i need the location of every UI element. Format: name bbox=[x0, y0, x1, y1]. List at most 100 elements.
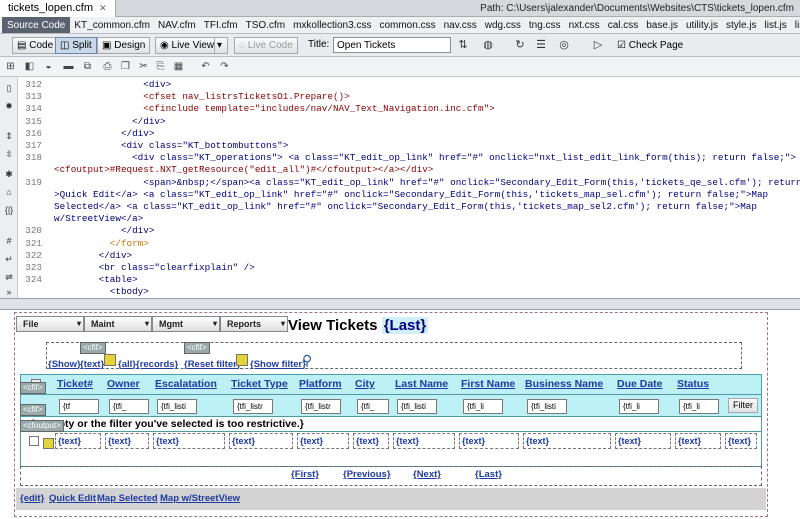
copy-icon[interactable]: ❐ bbox=[118, 60, 133, 74]
column-header[interactable]: First Name bbox=[461, 375, 515, 394]
code-line[interactable]: 318 <div class="KT_operations"> <a class… bbox=[18, 152, 800, 164]
related-file-tab[interactable]: TSO.cfm bbox=[242, 17, 289, 33]
map-selected-link[interactable]: Map Selected bbox=[97, 493, 158, 504]
view-options-icon[interactable]: ☰ bbox=[533, 38, 549, 53]
first-page-link[interactable]: {First} bbox=[291, 469, 319, 480]
show-link[interactable]: {Show} bbox=[48, 359, 81, 370]
filter-input[interactable]: {tfi_listi bbox=[527, 399, 567, 414]
file-management-icon[interactable]: ⇅ bbox=[455, 38, 471, 53]
code-line[interactable]: 316 </div> bbox=[18, 128, 800, 140]
code-line[interactable]: 317 <div class="KT_bottombuttons"> bbox=[18, 140, 800, 152]
menu-file[interactable]: File ▾ bbox=[16, 316, 84, 332]
column-header[interactable]: Owner bbox=[107, 375, 140, 394]
split-view-button[interactable]: ◫ Split bbox=[55, 37, 97, 54]
syntax-error-icon[interactable]: ⇌ bbox=[2, 270, 16, 284]
validate-markup-icon[interactable]: ▷ bbox=[590, 38, 606, 53]
related-file-tab[interactable]: mxkollection3.css bbox=[289, 17, 375, 33]
print-icon[interactable]: ⎙ bbox=[100, 60, 115, 74]
live-view-dropdown[interactable]: ▾ bbox=[214, 37, 228, 54]
save-all-icon[interactable]: ⧉ bbox=[80, 60, 95, 74]
filter-input[interactable]: {tfi_ bbox=[357, 399, 389, 414]
filter-input[interactable]: {tfi_listi bbox=[397, 399, 437, 414]
related-file-tab[interactable]: list.js, bbox=[791, 17, 800, 33]
column-header[interactable]: Status bbox=[677, 375, 709, 394]
source-code-tab[interactable]: Source Code bbox=[2, 17, 71, 33]
select-parent-tag-icon[interactable]: ✱ bbox=[2, 167, 16, 181]
related-file-tab[interactable]: tng.css bbox=[525, 17, 565, 33]
open-icon[interactable]: ◧ bbox=[22, 60, 37, 74]
cfoutput-tag-marker[interactable]: <cfoutput> bbox=[20, 420, 64, 432]
reset-filter-link[interactable]: {Reset filter} bbox=[184, 359, 241, 370]
cfif-tag-marker[interactable]: <cfif> bbox=[184, 342, 210, 354]
last-page-link[interactable]: {Last} bbox=[475, 469, 502, 480]
collapse-selection-icon[interactable]: ⇕ bbox=[2, 129, 16, 143]
code-line[interactable]: <cfoutput>#Request.NXT_getResource("edit… bbox=[18, 164, 800, 176]
code-line[interactable]: <tbody> bbox=[18, 286, 800, 298]
paste-icon[interactable]: ⎘ bbox=[153, 60, 168, 74]
code-line[interactable]: 314 <cfinclude template="includes/nav/NA… bbox=[18, 103, 800, 115]
filter-input[interactable]: {tfi_li bbox=[679, 399, 719, 414]
redo-icon[interactable]: ↷ bbox=[217, 60, 232, 74]
paste-special-icon[interactable]: ▦ bbox=[171, 60, 186, 74]
collapse-tag-icon[interactable]: ✸ bbox=[2, 99, 16, 113]
previous-page-link[interactable]: {Previous} bbox=[343, 469, 391, 480]
column-header[interactable]: Platform bbox=[299, 375, 342, 394]
code-view-button[interactable]: ▤ Code bbox=[12, 37, 59, 54]
code-line[interactable]: w/StreetView</a> bbox=[18, 213, 800, 225]
all-link[interactable]: {all} bbox=[118, 359, 136, 370]
filter-input[interactable]: {tfi_li bbox=[619, 399, 659, 414]
filter-input[interactable]: {tfi_listr bbox=[233, 399, 273, 414]
live-code-button[interactable]: ◌ Live Code bbox=[234, 37, 298, 54]
browse-icon[interactable]: ◒ bbox=[41, 60, 56, 74]
code-line[interactable]: 312 <div> bbox=[18, 79, 800, 91]
highlight-invalid-icon[interactable]: # bbox=[2, 234, 16, 248]
edit-all-link[interactable]: {edit} bbox=[20, 493, 44, 504]
balance-braces-icon[interactable]: ⌂ bbox=[2, 185, 16, 199]
related-file-tab[interactable]: style.js bbox=[722, 17, 761, 33]
word-wrap-icon[interactable]: ↵ bbox=[2, 252, 16, 266]
column-header[interactable]: Due Date bbox=[617, 375, 663, 394]
expand-all-icon[interactable]: ⇳ bbox=[2, 147, 16, 161]
preview-browser-icon[interactable]: ◍ bbox=[480, 38, 496, 53]
undo-icon[interactable]: ↶ bbox=[198, 60, 213, 74]
code-line[interactable]: 323 <br class="clearfixplain" /> bbox=[18, 262, 800, 274]
related-file-tab[interactable]: common.css bbox=[375, 17, 439, 33]
column-header[interactable]: Last Name bbox=[395, 375, 448, 394]
code-line[interactable]: 319 <span>&nbsp;</span><a class="KT_edit… bbox=[18, 177, 800, 189]
save-icon[interactable]: ▬ bbox=[61, 60, 76, 74]
map-streetview-link[interactable]: Map w/StreetView bbox=[160, 493, 240, 504]
column-header[interactable]: City bbox=[355, 375, 375, 394]
code-line[interactable]: 320 </div> bbox=[18, 225, 800, 237]
next-page-link[interactable]: {Next} bbox=[413, 469, 441, 480]
menu-reports[interactable]: Reports ▾ bbox=[220, 316, 288, 332]
search-icon[interactable]: ⚲ bbox=[302, 352, 312, 369]
cfif-tag-marker[interactable]: <cfif> bbox=[80, 342, 106, 354]
filter-button[interactable]: Filter bbox=[728, 398, 758, 413]
refresh-icon[interactable]: ↻ bbox=[512, 38, 528, 53]
menu-mgmt[interactable]: Mgmt ▾ bbox=[152, 316, 220, 332]
cfif-tag-marker[interactable]: <cfif> bbox=[20, 382, 46, 394]
filter-input[interactable]: {tfi_listr bbox=[301, 399, 341, 414]
related-file-tab[interactable]: cal.css bbox=[604, 17, 643, 33]
live-view-button[interactable]: ◉ Live View bbox=[155, 37, 220, 54]
column-header[interactable]: Business Name bbox=[525, 375, 603, 394]
code-line[interactable]: 321 </form> bbox=[18, 238, 800, 250]
code-line[interactable]: 322 </div> bbox=[18, 250, 800, 262]
close-icon[interactable]: ✕ bbox=[99, 3, 107, 13]
related-file-tab[interactable]: base.js bbox=[642, 17, 682, 33]
related-file-tab[interactable]: utility.js bbox=[682, 17, 722, 33]
code-line[interactable]: 324 <table> bbox=[18, 274, 800, 286]
code-line[interactable]: 313 <cfset nav_listrsTicketsO1.Prepare()… bbox=[18, 91, 800, 103]
related-file-tab[interactable]: NAV.cfm bbox=[154, 17, 200, 33]
code-view[interactable]: 312 <div> 313 <cfset nav_listrsTicketsO1.… bbox=[18, 77, 800, 298]
check-page-button[interactable]: ☑ Check Page bbox=[612, 37, 688, 54]
more-tools-icon[interactable]: » bbox=[2, 285, 16, 299]
open-documents-icon[interactable]: ▯ bbox=[2, 81, 16, 95]
code-line[interactable]: >Quick Edit</a> <a class="KT_edit_op_lin… bbox=[18, 189, 800, 201]
menu-maint[interactable]: Maint ▾ bbox=[84, 316, 152, 332]
column-header[interactable]: Ticket# bbox=[57, 375, 93, 394]
related-file-tab[interactable]: nav.css bbox=[440, 17, 481, 33]
related-file-tab[interactable]: TFI.cfm bbox=[200, 17, 242, 33]
records-link[interactable]: {records} bbox=[136, 359, 178, 370]
cut-icon[interactable]: ✂ bbox=[136, 60, 151, 74]
